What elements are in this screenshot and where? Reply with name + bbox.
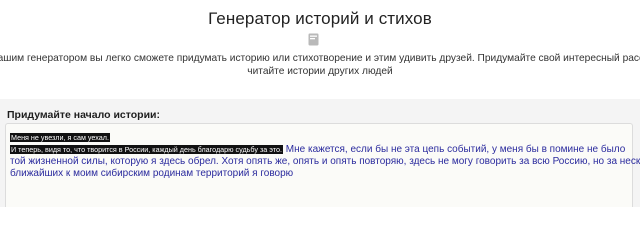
generated-text-4: ближайших к моим сибирским родинам терри… [10, 168, 294, 179]
book-icon [308, 33, 319, 46]
story-line-1: Меня не увезли, я сам уехал. [10, 132, 622, 144]
user-start-text-1: Меня не увезли, я сам уехал. [10, 133, 110, 142]
intro-line-1: нашим генератором вы легко сможете приду… [0, 53, 640, 64]
generated-text-2: Мне кажется, если бы не эта цепь событий… [283, 144, 626, 155]
story-generator-page: Генератор историй и стихов нашим генерат… [0, 0, 640, 207]
story-line-2: И теперь, видя то, что творится в России… [10, 144, 626, 156]
page-title: Генератор историй и стихов [208, 9, 432, 28]
intro-line-2: читайте истории других людей [247, 66, 393, 77]
story-text: Меня не увезли, я сам уехал. И теперь, в… [10, 132, 640, 180]
intro-text: нашим генератором вы легко сможете приду… [0, 52, 640, 78]
user-start-text-2: И теперь, видя то, что творится в России… [10, 145, 283, 154]
story-textarea[interactable]: Меня не увезли, я сам уехал. И теперь, в… [5, 123, 640, 207]
story-prompt-panel: Придумайте начало истории: Меня не увезл… [0, 99, 640, 207]
generated-text-3: той жизненной силы, которую я здесь обре… [10, 156, 640, 167]
story-start-label: Придумайте начало истории: [7, 109, 160, 121]
